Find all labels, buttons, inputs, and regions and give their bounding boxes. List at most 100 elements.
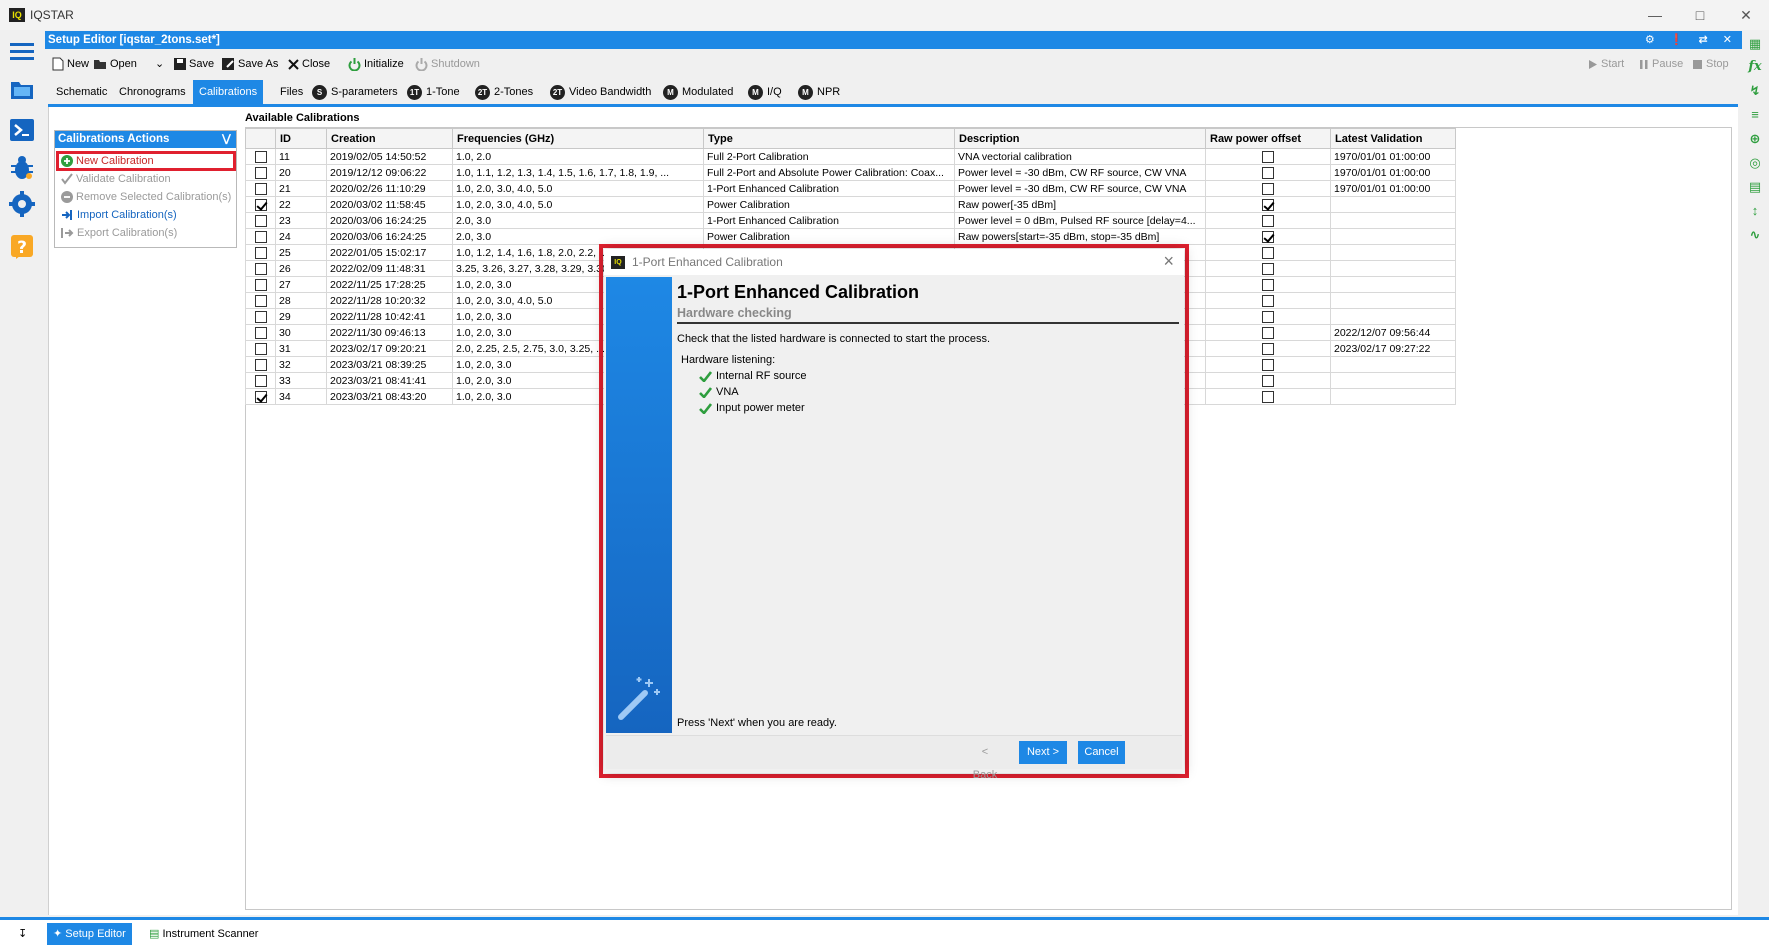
import-calibration-action[interactable]: Import Calibration(s) bbox=[61, 207, 177, 223]
table-row[interactable]: 24 2020/03/06 16:24:25 2.0, 3.0 Power Calib… bbox=[245, 228, 1456, 245]
function-icon[interactable]: fx bbox=[1746, 58, 1764, 76]
row-select-checkbox[interactable] bbox=[254, 374, 267, 387]
tab-schematic[interactable]: Schematic bbox=[50, 80, 113, 104]
open-dropdown-chevron-icon[interactable]: ⌄ bbox=[155, 55, 164, 73]
raw-power-offset-checkbox[interactable] bbox=[1262, 214, 1274, 227]
column-header-latest-validation[interactable]: Latest Validation bbox=[1330, 128, 1456, 149]
save-button[interactable]: Save bbox=[174, 55, 214, 73]
column-header-frequencies[interactable]: Frequencies (GHz) bbox=[452, 128, 704, 149]
maximize-button[interactable]: □ bbox=[1683, 4, 1717, 26]
row-select-checkbox[interactable] bbox=[254, 182, 267, 195]
row-select-checkbox[interactable] bbox=[254, 150, 267, 163]
raw-power-offset-checkbox[interactable] bbox=[1262, 278, 1274, 291]
row-select-checkbox[interactable] bbox=[254, 294, 267, 307]
help-icon[interactable]: ? bbox=[8, 233, 36, 261]
export-calibration-action[interactable]: Export Calibration(s) bbox=[61, 225, 177, 241]
raw-power-offset-checkbox[interactable] bbox=[1262, 310, 1274, 323]
calibrations-actions-header[interactable]: Calibrations Actions ⋁ bbox=[55, 131, 236, 148]
shutdown-button[interactable]: Shutdown bbox=[415, 55, 480, 73]
table-row[interactable]: 20 2019/12/12 09:06:22 1.0, 1.1, 1.2, 1.3,… bbox=[245, 164, 1456, 181]
table-row[interactable]: 21 2020/02/26 11:10:29 1.0, 2.0, 3.0, 4.0,… bbox=[245, 180, 1456, 197]
signal-icon[interactable]: ∿ bbox=[1746, 226, 1764, 244]
next-button[interactable]: Next > bbox=[1019, 741, 1067, 764]
tab-chronograms[interactable]: Chronograms bbox=[113, 80, 192, 104]
tab-video-bandwidth[interactable]: 2T Video Bandwidth bbox=[544, 80, 657, 104]
dialog-close-icon[interactable]: × bbox=[1163, 251, 1174, 272]
column-header-type[interactable]: Type bbox=[703, 128, 955, 149]
tab-npr[interactable]: M NPR bbox=[792, 80, 846, 104]
folder-icon[interactable] bbox=[8, 76, 36, 104]
back-button[interactable]: < Back bbox=[965, 741, 1005, 781]
lightning-icon[interactable]: ↯ bbox=[1746, 82, 1764, 100]
column-header-id[interactable]: ID bbox=[275, 128, 327, 149]
raw-power-offset-checkbox[interactable] bbox=[1262, 230, 1274, 243]
validate-calibration-action[interactable]: Validate Calibration bbox=[61, 171, 171, 187]
raw-power-offset-checkbox[interactable] bbox=[1262, 198, 1274, 211]
pause-button[interactable]: Pause bbox=[1639, 55, 1683, 73]
header-tool-icons[interactable]: ⚙ ❗ ⇄ ✕ bbox=[1645, 31, 1738, 49]
row-select-checkbox[interactable] bbox=[254, 166, 267, 179]
raw-power-offset-checkbox[interactable] bbox=[1262, 342, 1274, 355]
tab-calibrations[interactable]: Calibrations bbox=[193, 80, 264, 104]
tab-2-tones[interactable]: 2T 2-Tones bbox=[469, 80, 539, 104]
row-select-checkbox[interactable] bbox=[254, 246, 267, 259]
new-button[interactable]: New bbox=[52, 55, 89, 73]
column-header-raw-power-offset[interactable]: Raw power offset bbox=[1205, 128, 1331, 149]
row-select-checkbox[interactable] bbox=[254, 214, 267, 227]
open-button[interactable]: Open bbox=[93, 55, 137, 73]
column-header-creation[interactable]: Creation bbox=[326, 128, 453, 149]
collapse-chevron-icon[interactable]: ⋁ bbox=[222, 131, 231, 148]
hamburger-menu-icon[interactable] bbox=[8, 38, 36, 66]
initialize-button[interactable]: Initialize bbox=[348, 55, 404, 73]
row-select-checkbox[interactable] bbox=[254, 230, 267, 243]
tab-modulated[interactable]: M Modulated bbox=[657, 80, 739, 104]
row-select-checkbox[interactable] bbox=[254, 198, 267, 211]
window-close-button[interactable]: ✕ bbox=[1729, 4, 1763, 26]
raw-power-offset-checkbox[interactable] bbox=[1262, 262, 1274, 275]
raw-power-offset-checkbox[interactable] bbox=[1262, 182, 1274, 195]
checkbox-cell bbox=[245, 308, 276, 325]
close-button[interactable]: Close bbox=[288, 55, 330, 73]
layers-icon[interactable]: ▤ bbox=[1746, 178, 1764, 196]
tab-files[interactable]: Files bbox=[274, 80, 309, 104]
row-select-checkbox[interactable] bbox=[254, 326, 267, 339]
table-row[interactable]: 11 2019/02/05 14:50:52 1.0, 2.0 Full 2-Port… bbox=[245, 148, 1456, 165]
tab-iq[interactable]: M I/Q bbox=[742, 80, 788, 104]
raw-power-offset-checkbox[interactable] bbox=[1262, 390, 1274, 403]
raw-power-offset-checkbox[interactable] bbox=[1262, 358, 1274, 371]
globe-icon[interactable]: ◎ bbox=[1746, 154, 1764, 172]
terminal-icon[interactable] bbox=[8, 116, 36, 144]
table-row[interactable]: 23 2020/03/06 16:24:25 2.0, 3.0 1-Port Enha… bbox=[245, 212, 1456, 229]
row-select-checkbox[interactable] bbox=[254, 278, 267, 291]
remove-calibration-action[interactable]: Remove Selected Calibration(s) bbox=[61, 189, 231, 205]
calculator-icon[interactable]: ▦ bbox=[1746, 35, 1764, 53]
table-row[interactable]: 22 2020/03/02 11:58:45 1.0, 2.0, 3.0, 4.0,… bbox=[245, 196, 1456, 213]
column-header-description[interactable]: Description bbox=[954, 128, 1206, 149]
row-select-checkbox[interactable] bbox=[254, 342, 267, 355]
settings-gear-icon[interactable] bbox=[8, 190, 36, 218]
row-select-checkbox[interactable] bbox=[254, 358, 267, 371]
probe-icon[interactable]: ↕ bbox=[1746, 202, 1764, 220]
setup-editor-tab[interactable]: ✦ Setup Editor bbox=[47, 923, 132, 945]
start-button[interactable]: Start bbox=[1588, 55, 1624, 73]
save-as-button[interactable]: Save As bbox=[222, 55, 278, 73]
raw-power-offset-checkbox[interactable] bbox=[1262, 166, 1274, 179]
cancel-button[interactable]: Cancel bbox=[1078, 741, 1125, 764]
tab-1-tone[interactable]: 1T 1-Tone bbox=[401, 80, 466, 104]
pin-icon[interactable]: ↧ bbox=[12, 923, 33, 945]
row-select-checkbox[interactable] bbox=[254, 390, 267, 403]
minimize-button[interactable]: — bbox=[1638, 4, 1672, 26]
instrument-scanner-tab[interactable]: ▤ Instrument Scanner bbox=[143, 923, 264, 945]
raw-power-offset-checkbox[interactable] bbox=[1262, 326, 1274, 339]
tab-s-parameters[interactable]: S S-parameters bbox=[306, 80, 404, 104]
raw-power-offset-checkbox[interactable] bbox=[1262, 294, 1274, 307]
sliders-icon[interactable]: ≡ bbox=[1746, 106, 1764, 124]
stop-button[interactable]: Stop bbox=[1692, 55, 1729, 73]
raw-power-offset-checkbox[interactable] bbox=[1262, 374, 1274, 387]
row-select-checkbox[interactable] bbox=[254, 310, 267, 323]
raw-power-offset-checkbox[interactable] bbox=[1262, 246, 1274, 259]
crosshair-icon[interactable]: ⊕ bbox=[1746, 130, 1764, 148]
row-select-checkbox[interactable] bbox=[254, 262, 267, 275]
raw-power-offset-checkbox[interactable] bbox=[1262, 150, 1274, 163]
bug-icon[interactable] bbox=[8, 154, 36, 182]
